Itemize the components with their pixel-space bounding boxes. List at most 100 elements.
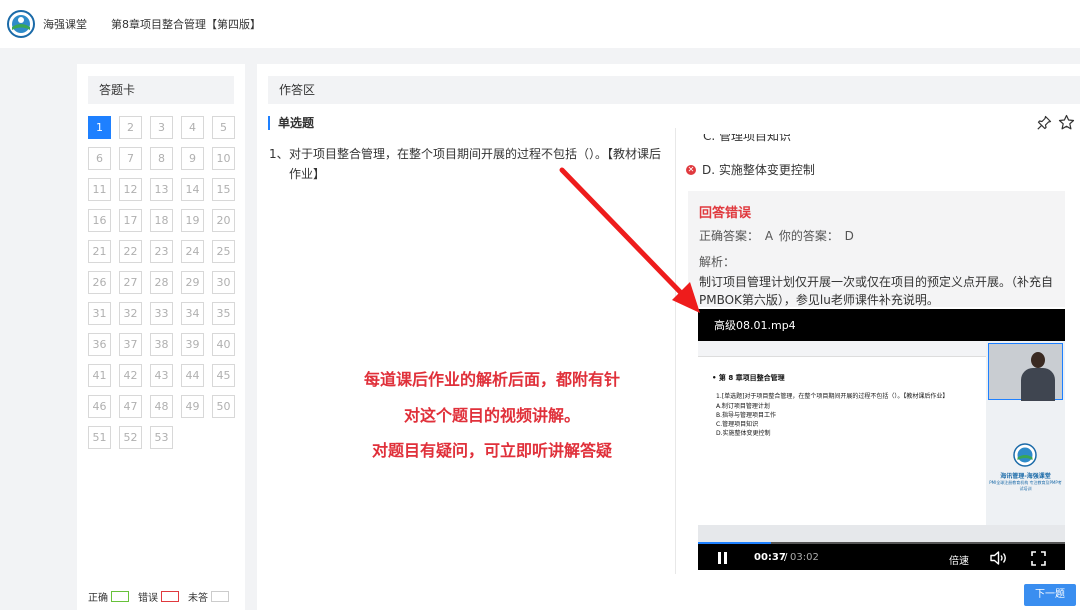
video-progress-bar[interactable] xyxy=(698,542,1065,544)
question-number-button[interactable]: 27 xyxy=(119,271,142,294)
question-number-button[interactable]: 39 xyxy=(181,333,204,356)
speed-button[interactable]: 倍速 xyxy=(949,552,969,567)
analysis-text: 制订项目管理计划仅开展一次或仅在项目的预定义点开展。（补充自PMBOK第六版），… xyxy=(699,275,1054,307)
video-taskbar xyxy=(698,525,1065,542)
option-c-partial[interactable]: C. 管理项目知识 xyxy=(703,134,863,148)
question-number-button[interactable]: 48 xyxy=(150,395,173,418)
question-number-button[interactable]: 41 xyxy=(88,364,111,387)
webcam-view xyxy=(988,343,1063,401)
question-number-button[interactable]: 7 xyxy=(119,147,142,170)
question-number-button[interactable]: 32 xyxy=(119,302,142,325)
video-player[interactable]: 高级08.01.mp4 • 第 8 章项目整合管理 1.[单选题]对于项目整合管… xyxy=(698,309,1065,570)
legend-correct-swatch xyxy=(111,591,129,602)
analysis-label: 解析： xyxy=(699,255,736,269)
question-number-button[interactable]: 50 xyxy=(212,395,235,418)
video-doc-option: C.管理项目知识 xyxy=(716,421,759,428)
fullscreen-icon[interactable] xyxy=(1031,551,1046,566)
video-frame: • 第 8 章项目整合管理 1.[单选题]对于项目整合管理，在整个项目期间开展的… xyxy=(698,341,1065,542)
legend-correct-label: 正确 xyxy=(88,593,108,604)
question-number-button[interactable]: 26 xyxy=(88,271,111,294)
question-number-button[interactable]: 19 xyxy=(181,209,204,232)
question-number-button[interactable]: 5 xyxy=(212,116,235,139)
question-number-button[interactable]: 42 xyxy=(119,364,142,387)
question-number-button[interactable]: 28 xyxy=(150,271,173,294)
question-number-button[interactable]: 53 xyxy=(150,426,173,449)
question-number-button[interactable]: 45 xyxy=(212,364,235,387)
question-number-button[interactable]: 36 xyxy=(88,333,111,356)
question-number-button[interactable]: 44 xyxy=(181,364,204,387)
question-number-button[interactable]: 20 xyxy=(212,209,235,232)
question-number-button[interactable]: 35 xyxy=(212,302,235,325)
question-number-button[interactable]: 33 xyxy=(150,302,173,325)
question-number-button[interactable]: 47 xyxy=(119,395,142,418)
question-number-button[interactable]: 43 xyxy=(150,364,173,387)
question-number-button[interactable]: 3 xyxy=(150,116,173,139)
question-number-button[interactable]: 34 xyxy=(181,302,204,325)
question-number-button[interactable]: 52 xyxy=(119,426,142,449)
chapter-title: 第8章项目整合管理【第四版】 xyxy=(111,18,261,31)
question-number-button[interactable]: 21 xyxy=(88,240,111,263)
question-number-button[interactable]: 11 xyxy=(88,178,111,201)
video-side-text: 海讯管理-海强课堂 xyxy=(1000,473,1051,480)
video-logo-icon xyxy=(1013,443,1037,467)
total-time: 03:02 xyxy=(790,552,819,563)
question-number-grid: 1 2 3 4 5 6 7 8 9 10 11 12 13 14 15 16 17 18 19 20 21 22 23 24 2… xyxy=(88,116,238,449)
answer-comparison: 正确答案： A 你的答案： D xyxy=(699,229,854,243)
pause-icon[interactable] xyxy=(718,552,728,564)
question-number-button[interactable]: 4 xyxy=(181,116,204,139)
question-number-button[interactable]: 38 xyxy=(150,333,173,356)
next-question-button[interactable]: 下一题 xyxy=(1024,584,1076,606)
video-document: • 第 8 章项目整合管理 1.[单选题]对于项目整合管理，在整个项目期间开展的… xyxy=(712,373,980,438)
current-time: 00:37 xyxy=(754,552,786,563)
question-number-button[interactable]: 22 xyxy=(119,240,142,263)
question-number-button[interactable]: 16 xyxy=(88,209,111,232)
question-number: 1、 xyxy=(269,147,289,161)
video-controls: 00:37 / 03:02 倍速 xyxy=(698,549,1065,570)
question-text: 对于项目整合管理，在整个项目期间开展的过程不包括（）。【教材课后作业】 xyxy=(289,147,662,181)
presenter-head xyxy=(1031,352,1045,368)
status-legend: 正确 错误 未答 xyxy=(88,589,238,604)
question-number-button[interactable]: 25 xyxy=(212,240,235,263)
question-number-button[interactable]: 6 xyxy=(88,147,111,170)
question-number-button[interactable]: 14 xyxy=(181,178,204,201)
video-sidebar: 海讯管理-海强课堂 PMI全球注册教育机构 专注教育及PMP考试培训 xyxy=(986,341,1065,542)
annotation-line-3: 对题目有疑问，可立即听讲解答疑 xyxy=(371,441,612,460)
video-side-subtext: PMI全球注册教育机构 专注教育及PMP考试培训 xyxy=(989,480,1062,491)
presenter-body xyxy=(1021,368,1055,401)
question-number-button[interactable]: 9 xyxy=(181,147,204,170)
question-number-button[interactable]: 29 xyxy=(181,271,204,294)
pin-icon[interactable] xyxy=(1036,115,1052,131)
question-number-button[interactable]: 49 xyxy=(181,395,204,418)
question-number-button[interactable]: 37 xyxy=(119,333,142,356)
option-d[interactable]: ✕ D. 实施整体变更控制 xyxy=(686,161,815,178)
video-progress-fill xyxy=(698,542,772,544)
question-number-button[interactable]: 23 xyxy=(150,240,173,263)
star-icon[interactable] xyxy=(1058,114,1075,131)
question-number-button[interactable]: 10 xyxy=(212,147,235,170)
video-title: 高级08.01.mp4 xyxy=(714,319,796,332)
question-number-button[interactable]: 8 xyxy=(150,147,173,170)
work-area-title: 作答区 xyxy=(268,76,1080,104)
question-number-button[interactable]: 51 xyxy=(88,426,111,449)
question-type-label: 单选题 xyxy=(268,116,314,130)
question-number-button[interactable]: 40 xyxy=(212,333,235,356)
legend-wrong-swatch xyxy=(161,591,179,602)
annotation-line-2: 对这个题目的视频讲解。 xyxy=(403,406,580,425)
question-number-button[interactable]: 15 xyxy=(212,178,235,201)
question-number-button[interactable]: 17 xyxy=(119,209,142,232)
question-number-button[interactable]: 24 xyxy=(181,240,204,263)
legend-unanswered-swatch xyxy=(211,591,229,602)
question-number-button[interactable]: 2 xyxy=(119,116,142,139)
top-bar: 海强课堂 第8章项目整合管理【第四版】 xyxy=(0,0,1080,48)
question-number-button[interactable]: 1 xyxy=(88,116,111,139)
question-number-button[interactable]: 30 xyxy=(212,271,235,294)
volume-icon[interactable] xyxy=(990,551,1008,565)
question-number-button[interactable]: 13 xyxy=(150,178,173,201)
legend-unanswered-label: 未答 xyxy=(188,593,208,604)
question-number-button[interactable]: 12 xyxy=(119,178,142,201)
question-number-button[interactable]: 46 xyxy=(88,395,111,418)
question-number-button[interactable]: 31 xyxy=(88,302,111,325)
video-doc-question: 1.[单选题]对于项目整合管理，在整个项目期间开展的过程不包括（）。【教材课后作… xyxy=(716,393,949,400)
question-number-button[interactable]: 18 xyxy=(150,209,173,232)
answer-card-panel: 答题卡 1 2 3 4 5 6 7 8 9 10 11 12 13 14 15 16 17 18 19 20 21 22 2… xyxy=(77,64,245,610)
